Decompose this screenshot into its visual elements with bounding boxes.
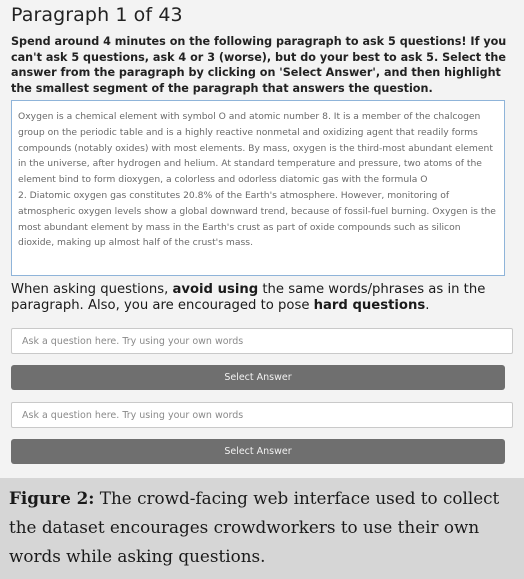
figure-label: Figure 2: <box>9 488 95 508</box>
paragraph-text-part-2: 2. Diatomic oxygen gas constitutes 20.8%… <box>18 189 496 249</box>
page-title: Paragraph 1 of 43 <box>11 4 183 26</box>
instructions-text: Spend around 4 minutes on the following … <box>11 35 507 95</box>
question-form-panel: Paragraph 1 of 43 Spend around 4 minutes… <box>0 0 524 478</box>
question-input-1[interactable] <box>11 328 513 354</box>
paragraph-text-part-1: Oxygen is a chemical element with symbol… <box>18 111 493 186</box>
guidance-emphasis-hard: hard questions <box>313 297 426 313</box>
question-input-2[interactable] <box>11 402 513 428</box>
guidance-emphasis-avoid: avoid using <box>172 282 259 297</box>
figure-caption: Figure 2: The crowd-facing web interface… <box>9 484 514 571</box>
source-paragraph[interactable]: Oxygen is a chemical element with symbol… <box>11 100 505 276</box>
select-answer-button-1[interactable]: Select Answer <box>11 365 505 390</box>
select-answer-button-2[interactable]: Select Answer <box>11 439 505 464</box>
guidance-text: When asking questions, avoid using the s… <box>11 282 516 313</box>
guidance-part-3: . <box>425 297 430 313</box>
guidance-part-1: When asking questions, <box>11 282 173 297</box>
